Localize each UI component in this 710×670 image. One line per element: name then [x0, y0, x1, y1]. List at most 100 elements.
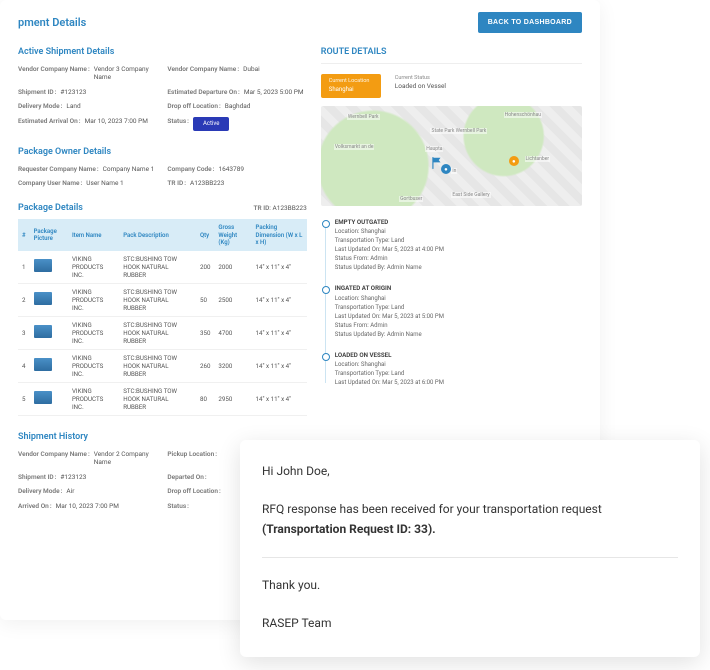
cell-num: 5	[18, 382, 30, 415]
map-label: Wernbell Park	[347, 114, 380, 120]
cell-qty: 260	[196, 349, 214, 382]
cell-qty: 50	[196, 283, 214, 316]
field-company-user: Company User Name User Name 1	[18, 179, 157, 187]
map-pin-destination-icon[interactable]: ●	[509, 156, 519, 166]
package-owner-title: Package Owner Details	[18, 147, 307, 157]
map-label: Lichtanber	[525, 156, 551, 162]
cell-desc: STC:BUSHING TOW HOOK NATURAL RUBBER	[119, 283, 196, 316]
timeline-item: EMPTY OUTGATED Location: Shanghai Transp…	[335, 218, 582, 272]
table-row[interactable]: 2 VIKING PRODUCTS INC. STC:BUSHING TOW H…	[18, 283, 307, 316]
map-label: Volksmarkt an de	[334, 144, 375, 150]
cell-num: 1	[18, 251, 30, 284]
cell-weight: 2950	[214, 382, 251, 415]
package-thumbnail-icon	[34, 391, 52, 404]
email-thanks: Thank you.	[262, 576, 678, 595]
email-divider	[262, 557, 678, 558]
field-requester-company: Requester Company Name Company Name 1	[18, 165, 157, 173]
col-picture[interactable]: Package Picture	[30, 219, 68, 251]
route-timeline: EMPTY OUTGATED Location: Shanghai Transp…	[321, 218, 582, 387]
hist-vendor-company: Vendor Company Name Vendor 2 Company Nam…	[18, 450, 157, 467]
hist-shipment-id: Shipment ID #123123	[18, 473, 157, 481]
timeline-title: LOADED ON VESSEL	[335, 351, 582, 360]
cell-qty: 200	[196, 251, 214, 284]
back-to-dashboard-button[interactable]: BACK TO DASHBOARD	[478, 12, 582, 33]
package-thumbnail-icon	[34, 259, 52, 272]
cell-weight: 4700	[214, 316, 251, 349]
cell-item: VIKING PRODUCTS INC.	[68, 382, 119, 415]
package-table: # Package Picture Item Name Pack Descrip…	[18, 219, 307, 416]
cell-qty: 80	[196, 382, 214, 415]
cell-weight: 2500	[214, 283, 251, 316]
field-drop-off: Drop off Location Baghdad	[167, 102, 306, 110]
cell-num: 2	[18, 283, 30, 316]
map-label: Haupta	[425, 146, 443, 152]
cell-item: VIKING PRODUCTS INC.	[68, 251, 119, 284]
cell-weight: 3200	[214, 349, 251, 382]
field-delivery-mode: Delivery Mode Land	[18, 102, 157, 110]
cell-picture	[30, 316, 68, 349]
field-estimated-departure: Estimated Departure On Mar 5, 2023 5:00 …	[167, 88, 306, 96]
route-map[interactable]: Wernbell Park State Park Wernbell Park H…	[321, 106, 582, 206]
table-row[interactable]: 3 VIKING PRODUCTS INC. STC:BUSHING TOW H…	[18, 316, 307, 349]
field-company-code: Company Code 1643789	[167, 165, 306, 173]
map-label: Hohenschönhau	[504, 112, 542, 118]
map-label: State Park Wernbell Park	[430, 128, 487, 134]
current-status: Current Status Loaded on Vessel	[395, 74, 446, 98]
map-flag-icon	[430, 156, 444, 170]
package-thumbnail-icon	[34, 292, 52, 305]
email-signature: RASEP Team	[262, 614, 678, 633]
col-num[interactable]: #	[18, 219, 30, 251]
package-tr-id: TR ID: A123BB223	[253, 204, 306, 212]
route-details-title: ROUTE DETAILS	[321, 47, 582, 64]
cell-desc: STC:BUSHING TOW HOOK NATURAL RUBBER	[119, 316, 196, 349]
cell-item: VIKING PRODUCTS INC.	[68, 349, 119, 382]
table-row[interactable]: 4 VIKING PRODUCTS INC. STC:BUSHING TOW H…	[18, 349, 307, 382]
cell-desc: STC:BUSHING TOW HOOK NATURAL RUBBER	[119, 349, 196, 382]
cell-dim: 14" x 11" x 4"	[252, 349, 307, 382]
table-row[interactable]: 1 VIKING PRODUCTS INC. STC:BUSHING TOW H…	[18, 251, 307, 284]
field-estimated-arrival: Estimated Arrival On Mar 10, 2023 7:00 P…	[18, 117, 157, 131]
field-status: Status Active	[167, 117, 306, 131]
cell-dim: 14" x 11" x 4"	[252, 283, 307, 316]
timeline-item: INGATED AT ORIGIN Location: Shanghai Tra…	[335, 284, 582, 338]
map-label: Gortbuser	[399, 196, 423, 202]
table-row[interactable]: 5 VIKING PRODUCTS INC. STC:BUSHING TOW H…	[18, 382, 307, 415]
hist-arrived-on: Arrived On Mar 10, 2023 7:00 PM	[18, 502, 157, 510]
col-packing-dim[interactable]: Packing Dimension (W x L x H)	[252, 219, 307, 251]
col-pack-desc[interactable]: Pack Description	[119, 219, 196, 251]
active-shipment-title: Active Shipment Details	[18, 47, 307, 57]
cell-dim: 14" x 11" x 4"	[252, 251, 307, 284]
cell-item: VIKING PRODUCTS INC.	[68, 316, 119, 349]
email-notification-card: Hi John Doe, RFQ response has been recei…	[240, 440, 700, 657]
cell-weight: 2000	[214, 251, 251, 284]
page-title: pment Details	[18, 16, 86, 29]
field-shipment-id: Shipment ID #123123	[18, 88, 157, 96]
cell-num: 3	[18, 316, 30, 349]
email-body: RFQ response has been received for your …	[262, 500, 678, 538]
hist-delivery-mode: Delivery Mode Air	[18, 487, 157, 495]
timeline-item: LOADED ON VESSEL Location: Shanghai Tran…	[335, 351, 582, 387]
current-location-badge: Current Location Shanghai	[321, 74, 381, 98]
package-thumbnail-icon	[34, 358, 52, 371]
cell-dim: 14" x 11" x 4"	[252, 316, 307, 349]
email-greeting: Hi John Doe,	[262, 462, 678, 481]
timeline-title: INGATED AT ORIGIN	[335, 284, 582, 293]
field-vendor-company-2: Vendor Company Name Dubai	[167, 65, 306, 82]
timeline-title: EMPTY OUTGATED	[335, 218, 582, 227]
cell-picture	[30, 251, 68, 284]
field-tr-id: TR ID A123BB223	[167, 179, 306, 187]
cell-dim: 14" x 11" x 4"	[252, 382, 307, 415]
cell-picture	[30, 349, 68, 382]
cell-num: 4	[18, 349, 30, 382]
cell-qty: 350	[196, 316, 214, 349]
col-item-name[interactable]: Item Name	[68, 219, 119, 251]
cell-item: VIKING PRODUCTS INC.	[68, 283, 119, 316]
cell-desc: STC:BUSHING TOW HOOK NATURAL RUBBER	[119, 382, 196, 415]
field-vendor-company: Vendor Company Name Vendor 3 Company Nam…	[18, 65, 157, 82]
package-thumbnail-icon	[34, 325, 52, 338]
cell-picture	[30, 382, 68, 415]
col-qty[interactable]: Qty	[196, 219, 214, 251]
col-gross-weight[interactable]: Gross Weight (Kg)	[214, 219, 251, 251]
cell-picture	[30, 283, 68, 316]
package-details-title: Package Details	[18, 203, 83, 213]
